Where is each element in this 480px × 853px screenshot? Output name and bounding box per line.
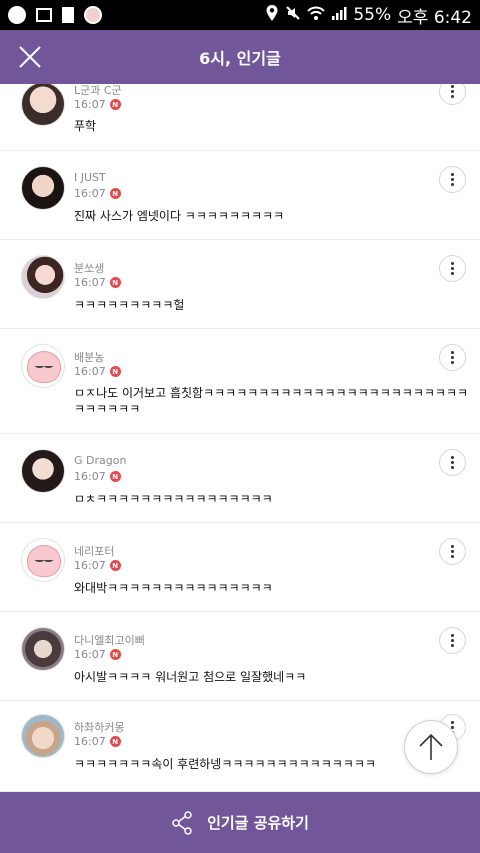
comment-text: 진짜 사스가 엠넷이다 ㅋㅋㅋㅋㅋㅋㅋㅋㅋ <box>74 209 285 223</box>
comment-nickname[interactable]: I JUST <box>74 171 106 184</box>
comment-feed[interactable]: L군과 C군 16:07 N 푸학 I JUST 16:07 N 진짜 사스가 … <box>0 84 480 792</box>
share-icon <box>172 810 192 835</box>
more-options-button[interactable] <box>439 255 466 282</box>
clock: 오후 6:42 <box>397 7 472 28</box>
new-badge: N <box>109 471 121 482</box>
new-badge: N <box>109 277 121 288</box>
status-bar: 55% 오후 6:42 <box>0 0 480 30</box>
comment-item: 다니엘최고이뻐 16:07 N 아시발ㅋㅋㅋㅋ 워너원고 첨으로 일잘했네ㅋㅋ <box>0 612 480 701</box>
scroll-to-top-button[interactable] <box>404 720 458 774</box>
comment-item: I JUST 16:07 N 진짜 사스가 엠넷이다 ㅋㅋㅋㅋㅋㅋㅋㅋㅋ <box>0 151 480 240</box>
comment-time-text: 16:07 <box>74 187 106 200</box>
close-button[interactable] <box>10 37 50 77</box>
more-options-button[interactable] <box>439 538 466 565</box>
wifi-icon <box>307 5 326 26</box>
avatar[interactable] <box>21 627 65 671</box>
more-options-button[interactable] <box>439 627 466 654</box>
comment-time-text: 16:07 <box>74 365 106 378</box>
comment-time-text: 16:07 <box>74 276 106 289</box>
comment-time: 16:07 N <box>74 559 121 572</box>
avatar[interactable] <box>21 538 65 582</box>
comment-time: 16:07 N <box>74 276 121 289</box>
status-left <box>8 6 102 24</box>
comment-time: 16:07 N <box>74 735 121 748</box>
signal-icon <box>331 5 347 26</box>
share-label: 인기글 공유하기 <box>207 814 309 832</box>
avatar[interactable] <box>21 84 65 126</box>
comment-item: G Dragon 16:07 N ㅁㅊㅋㅋㅋㅋㅋㅋㅋㅋㅋㅋㅋㅋㅋㅋㅋㅋ <box>0 434 480 523</box>
comment-nickname[interactable]: G Dragon <box>74 454 126 467</box>
new-badge: N <box>109 649 121 660</box>
document-icon <box>62 7 74 23</box>
comment-text: ㅁㅊㅋㅋㅋㅋㅋㅋㅋㅋㅋㅋㅋㅋㅋㅋㅋㅋ <box>74 492 273 506</box>
comment-item: 네리포터 16:07 N 와대박ㅋㅋㅋㅋㅋㅋㅋㅋㅋㅋㅋㅋㅋㅋㅋ <box>0 523 480 612</box>
app-bar: 6시, 인기글 <box>0 30 480 84</box>
page-title: 6시, 인기글 <box>199 49 281 68</box>
comment-nickname[interactable]: 배분농 <box>74 349 104 365</box>
comment-nickname[interactable]: L군과 C군 <box>74 84 122 98</box>
comment-time-text: 16:07 <box>74 559 106 572</box>
comment-text: ㅋㅋㅋㅋㅋㅋㅋㅋㅋ헐 <box>74 298 185 312</box>
avatar[interactable] <box>21 714 65 758</box>
peach-character-icon <box>27 351 61 383</box>
battery-level: 55% <box>353 5 392 25</box>
comment-nickname[interactable]: 분쏘생 <box>74 260 104 276</box>
comment-time: 16:07 N <box>74 187 121 200</box>
gallery-icon <box>36 8 52 22</box>
comment-nickname[interactable]: 하촤하커몽 <box>74 719 125 735</box>
share-bar[interactable]: 인기글 공유하기 <box>0 792 480 853</box>
new-badge: N <box>109 99 121 110</box>
comment-nickname[interactable]: 네리포터 <box>74 543 114 559</box>
comment-text: 아시발ㅋㅋㅋㅋ 워너원고 첨으로 일잘했네ㅋㅋ <box>74 670 307 684</box>
more-options-button[interactable] <box>439 166 466 193</box>
avatar[interactable] <box>21 255 65 299</box>
app-icon <box>8 6 26 24</box>
location-icon <box>265 4 279 27</box>
comment-time: 16:07 N <box>74 98 121 111</box>
comment-text: 와대박ㅋㅋㅋㅋㅋㅋㅋㅋㅋㅋㅋㅋㅋㅋㅋ <box>74 581 273 595</box>
comment-time-text: 16:07 <box>74 98 106 111</box>
comment-text: 푸학 <box>74 119 97 133</box>
comment-time-text: 16:07 <box>74 648 106 661</box>
comment-time-text: 16:07 <box>74 735 106 748</box>
comment-text: ㅁㅈ나도 이거보고 흠칫함ㅋㅋㅋㅋㅋㅋㅋㅋㅋㅋㅋㅋㅋㅋㅋㅋㅋㅋㅋㅋㅋㅋㅋㅋㅋㅋㅋ… <box>74 386 469 416</box>
new-badge: N <box>109 560 121 571</box>
more-options-button[interactable] <box>439 344 466 371</box>
comment-nickname[interactable]: 다니엘최고이뻐 <box>74 632 145 648</box>
new-badge: N <box>109 366 121 377</box>
new-badge: N <box>109 736 121 747</box>
close-icon <box>19 46 41 68</box>
mute-icon <box>285 5 301 26</box>
more-options-button[interactable] <box>439 84 466 105</box>
comment-time-text: 16:07 <box>74 470 106 483</box>
new-badge: N <box>109 188 121 199</box>
avatar-icon <box>84 6 102 24</box>
avatar[interactable] <box>21 166 65 210</box>
status-right: 55% 오후 6:42 <box>265 3 472 28</box>
avatar[interactable] <box>21 449 65 493</box>
comment-time: 16:07 N <box>74 648 121 661</box>
avatar[interactable] <box>21 344 65 388</box>
comment-item: 분쏘생 16:07 N ㅋㅋㅋㅋㅋㅋㅋㅋㅋ헐 <box>0 240 480 329</box>
peach-character-icon <box>27 545 61 577</box>
arrow-up-icon <box>419 733 443 760</box>
comment-item: L군과 C군 16:07 N 푸학 <box>0 84 480 151</box>
more-options-button[interactable] <box>439 449 466 476</box>
comment-time: 16:07 N <box>74 365 121 378</box>
comment-item: 배분농 16:07 N ㅁㅈ나도 이거보고 흠칫함ㅋㅋㅋㅋㅋㅋㅋㅋㅋㅋㅋㅋㅋㅋㅋ… <box>0 329 480 434</box>
comment-time: 16:07 N <box>74 470 121 483</box>
